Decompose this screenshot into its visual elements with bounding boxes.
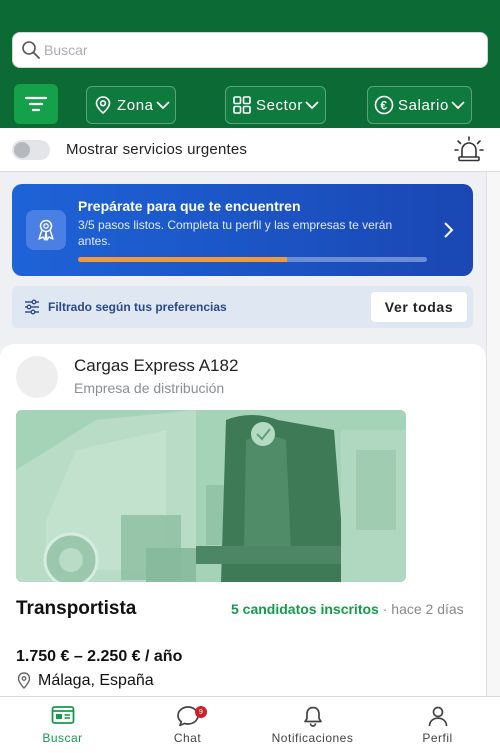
chevron-down-icon (451, 101, 465, 110)
chat-unread-badge: 9 (195, 706, 207, 718)
nav-chat[interactable]: 9 Chat (125, 697, 250, 753)
search-placeholder: Buscar (44, 42, 88, 58)
preferences-label: Filtrado según tus preferencias (48, 300, 227, 314)
location-pin-icon (95, 96, 111, 115)
svg-text:€: € (380, 99, 387, 113)
bell-icon (303, 706, 322, 727)
user-icon (428, 706, 447, 727)
nav-notificaciones-label: Notificaciones (271, 731, 354, 745)
urgent-label: Mostrar servicios urgentes (66, 141, 248, 158)
company-type: Empresa de distribución (74, 380, 225, 396)
location-label: Málaga, España (38, 672, 154, 689)
preferences-filter-bar: Filtrado según tus preferencias Ver toda… (12, 286, 473, 328)
progress-fill (78, 257, 288, 262)
nav-buscar-label: Buscar (42, 731, 83, 745)
promo-description: 3/5 pasos listos. Completa tu perfil y l… (78, 218, 393, 248)
location-pin-icon (17, 672, 31, 689)
view-all-button[interactable]: Ver todas (371, 292, 467, 322)
sector-label: Sector (256, 96, 303, 114)
sliders-icon (25, 299, 39, 315)
zona-filter[interactable]: Zona (86, 86, 176, 124)
company-name: Cargas Express A182 (74, 356, 239, 375)
promo-title: Prepárate para que te encuentren (78, 198, 301, 214)
job-board-icon (51, 706, 74, 724)
job-title: Transportista (16, 598, 137, 619)
job-card[interactable]: Cargas Express A182 Empresa de distribuc… (0, 344, 486, 696)
chevron-right-icon (444, 222, 454, 238)
award-icon (26, 210, 66, 250)
nav-perfil[interactable]: Perfil (375, 697, 500, 753)
meta-separator: · (382, 601, 388, 617)
job-image (16, 410, 406, 582)
scrollbar[interactable] (486, 172, 500, 696)
nav-notificaciones[interactable]: Notificaciones (250, 697, 375, 753)
search-icon (22, 41, 40, 59)
urgent-toggle[interactable] (12, 140, 50, 160)
grid-icon (233, 96, 251, 114)
sector-filter[interactable]: Sector (225, 86, 326, 124)
salario-label: Salario (398, 96, 449, 114)
zona-label: Zona (117, 96, 154, 114)
job-salary: 1.750 € – 2.250 € / año (16, 648, 183, 665)
salario-filter[interactable]: € Salario (367, 86, 472, 124)
chevron-down-icon (155, 101, 170, 110)
posted-date: hace 2 días (391, 601, 464, 617)
urgent-services-row: Mostrar servicios urgentes (0, 128, 500, 172)
filter-icon (25, 96, 47, 112)
company-logo (16, 356, 58, 398)
candidates-count: 5 candidatos inscritos (231, 601, 379, 617)
toggle-knob (14, 142, 30, 158)
siren-icon (454, 136, 484, 162)
filter-button[interactable] (14, 84, 58, 124)
profile-progress-bar (78, 257, 427, 262)
nav-chat-label: Chat (173, 731, 202, 745)
bottom-navigation: Buscar 9 Chat Notificaciones Perfil (0, 696, 500, 753)
job-meta: 5 candidatos inscritos · hace 2 días (231, 601, 464, 617)
search-input[interactable]: Buscar (12, 32, 488, 68)
job-feed[interactable]: Prepárate para que te encuentren 3/5 pas… (0, 172, 486, 696)
euro-icon: € (374, 95, 394, 115)
chevron-down-icon (305, 101, 319, 110)
nav-perfil-label: Perfil (422, 731, 453, 745)
job-location: Málaga, España (16, 672, 154, 690)
profile-promo-banner[interactable]: Prepárate para que te encuentren 3/5 pas… (12, 184, 473, 276)
top-bar: Buscar Zona Sector € Salario (0, 0, 500, 128)
nav-buscar[interactable]: Buscar (0, 697, 125, 753)
